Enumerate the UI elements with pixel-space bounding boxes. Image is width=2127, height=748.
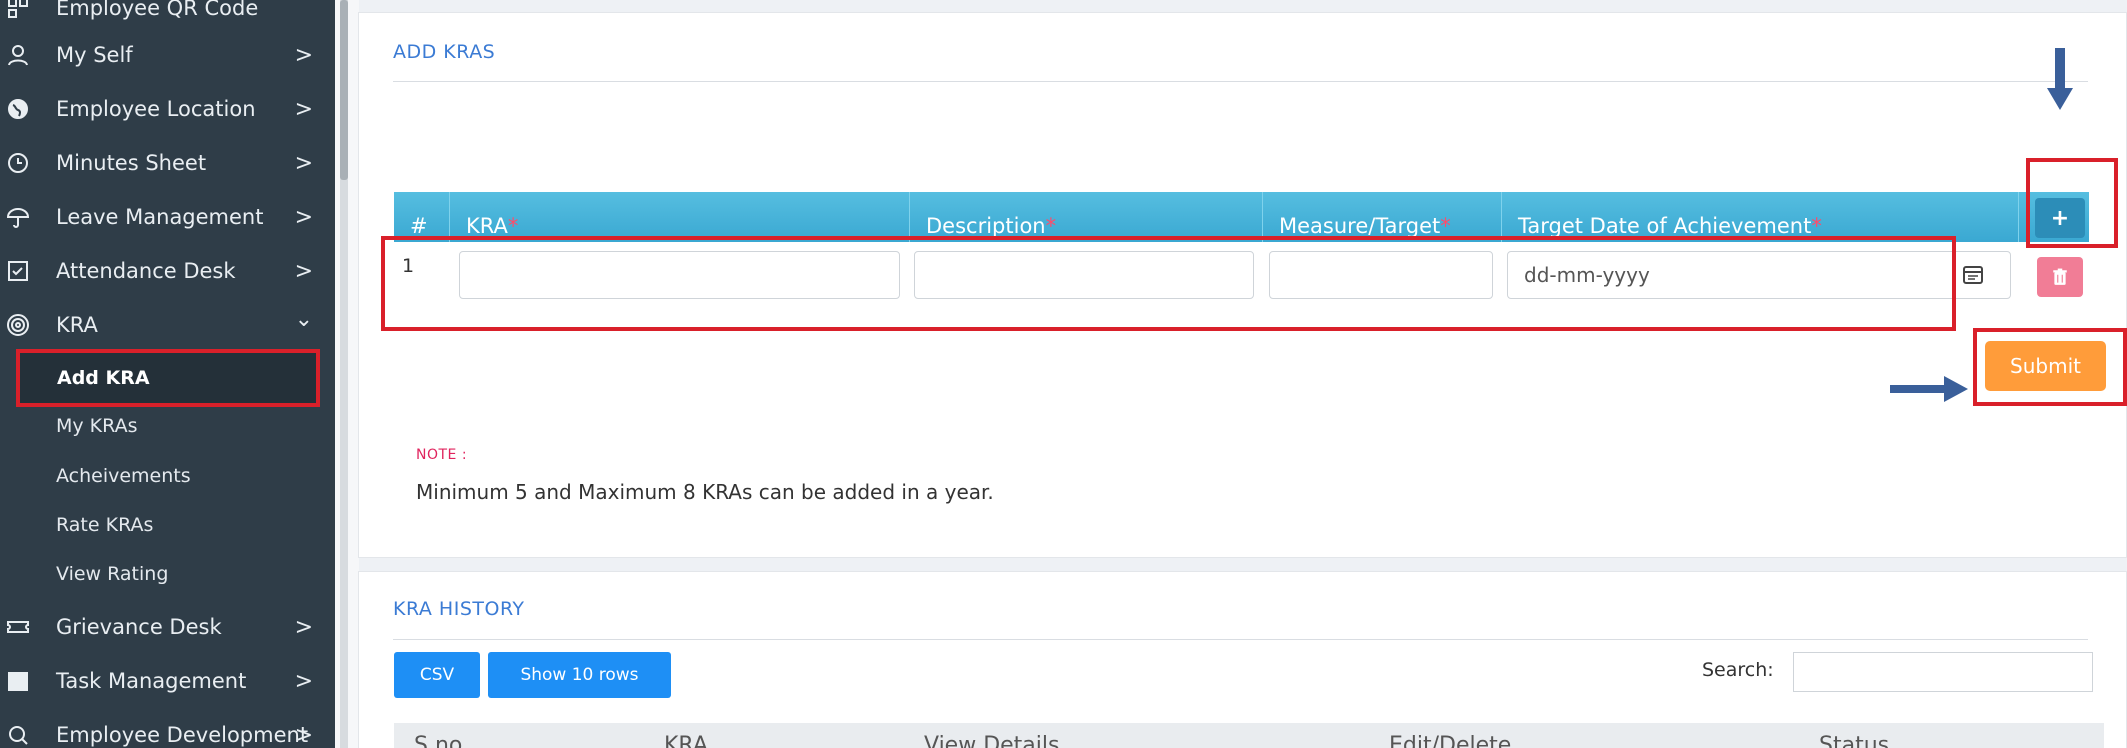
highlight-submit-box xyxy=(1973,328,2127,406)
history-table-header: S.no KRA View Details Edit/Delete Status xyxy=(394,723,2104,748)
highlight-row-box xyxy=(381,236,1956,331)
ticket-icon xyxy=(6,615,30,639)
add-kras-title: ADD KRAS xyxy=(393,41,496,63)
trash-icon xyxy=(2053,268,2067,285)
kra-table-header: # KRA * Description * Measure/Target * Targ… xyxy=(394,192,2089,242)
delete-row-button[interactable] xyxy=(2037,257,2083,297)
sidebar-item-label: Grievance Desk xyxy=(56,615,222,639)
required-mark: * xyxy=(1440,214,1451,238)
sidebar-subitem-rate-kras[interactable]: Rate KRAs xyxy=(56,514,153,536)
col-view-details[interactable]: View Details xyxy=(924,733,1059,748)
sidebar-item-label: Leave Management xyxy=(56,205,264,229)
calendar-icon[interactable] xyxy=(1962,264,1984,286)
chevron-right-icon: > xyxy=(294,258,313,284)
sidebar-item-label: My Self xyxy=(56,43,133,67)
sidebar-item-task-management[interactable]: Task Management > xyxy=(0,655,335,707)
sidebar-item-label: Employee Development xyxy=(56,723,309,747)
chevron-right-icon: > xyxy=(294,668,313,694)
chevron-right-icon: > xyxy=(294,722,313,748)
required-mark: * xyxy=(1811,214,1822,238)
sidebar-item-attendance-desk[interactable]: Attendance Desk > xyxy=(0,245,335,297)
chevron-right-icon: > xyxy=(294,204,313,230)
col-number: # xyxy=(394,192,450,242)
csv-button[interactable]: CSV xyxy=(394,652,480,698)
col-kra-label: KRA xyxy=(466,214,508,238)
col-description: Description * xyxy=(910,192,1263,242)
arrow-down-icon xyxy=(2047,48,2073,110)
search-icon xyxy=(6,723,30,747)
add-kras-divider xyxy=(393,81,2088,82)
checkbox-icon xyxy=(6,259,30,283)
search-input[interactable] xyxy=(1793,652,2093,692)
col-status[interactable]: Status xyxy=(1819,733,1889,748)
kra-history-title: KRA HISTORY xyxy=(393,598,525,620)
sidebar-scrollbar-thumb[interactable] xyxy=(340,0,348,180)
required-mark: * xyxy=(1045,214,1057,238)
sidebar-item-leave-management[interactable]: Leave Management > xyxy=(0,191,335,243)
sidebar-item-label: Minutes Sheet xyxy=(56,151,207,175)
col-measure-target: Measure/Target * xyxy=(1263,192,1502,242)
sidebar-item-my-self[interactable]: My Self > xyxy=(0,29,335,81)
sidebar-item-label: Task Management xyxy=(56,669,247,693)
required-mark: * xyxy=(507,214,519,238)
arrow-right-icon xyxy=(1890,376,1968,402)
col-sno[interactable]: S.no xyxy=(414,733,462,748)
globe-icon xyxy=(6,97,30,121)
chevron-right-icon: > xyxy=(294,614,313,640)
sidebar-item-grievance-desk[interactable]: Grievance Desk > xyxy=(0,601,335,653)
sidebar-subitem-label: Add KRA xyxy=(57,367,150,389)
clock-icon xyxy=(6,151,30,175)
chevron-right-icon: > xyxy=(294,96,313,122)
sidebar-subitem-acheivements[interactable]: Acheivements xyxy=(56,465,191,487)
umbrella-icon xyxy=(6,205,30,229)
col-measure-label: Measure/Target xyxy=(1279,214,1441,238)
user-icon xyxy=(6,43,30,67)
chevron-right-icon: > xyxy=(294,42,313,68)
col-kra[interactable]: KRA xyxy=(664,733,708,748)
sidebar-item-label: Employee QR Code xyxy=(56,0,259,20)
show-rows-button[interactable]: Show 10 rows xyxy=(488,652,671,698)
sidebar-item-employee-location[interactable]: Employee Location > xyxy=(0,83,335,135)
chevron-down-icon: ⌄ xyxy=(294,307,313,332)
search-label: Search: xyxy=(1702,659,1774,681)
col-target-date: Target Date of Achievement * xyxy=(1502,192,2019,242)
sidebar-subitem-my-kras[interactable]: My KRAs xyxy=(56,415,137,437)
server-icon xyxy=(6,669,30,693)
sidebar-subitem-view-rating[interactable]: View Rating xyxy=(56,563,168,585)
col-description-label: Description xyxy=(926,214,1046,238)
sidebar-item-label: KRA xyxy=(56,313,98,337)
target-icon xyxy=(6,313,30,337)
qr-code-icon xyxy=(6,0,30,20)
col-target-date-label: Target Date of Achievement xyxy=(1518,214,1812,238)
highlight-add-box xyxy=(2026,158,2118,248)
kra-history-divider xyxy=(393,639,2088,640)
sidebar-item-label: Attendance Desk xyxy=(56,259,236,283)
chevron-right-icon: > xyxy=(294,150,313,176)
sidebar-item-label: Employee Location xyxy=(56,97,256,121)
sidebar-item-employee-development[interactable]: Employee Development > xyxy=(0,709,335,748)
col-kra: KRA * xyxy=(450,192,910,242)
sidebar: Employee QR Code My Self > Employee Loca… xyxy=(0,0,335,748)
sidebar-item-minutes-sheet[interactable]: Minutes Sheet > xyxy=(0,137,335,189)
col-edit-delete[interactable]: Edit/Delete xyxy=(1389,733,1511,748)
note-label: NOTE : xyxy=(416,447,468,463)
sidebar-subitem-add-kra[interactable]: Add KRA xyxy=(16,349,320,407)
sidebar-item-kra[interactable]: KRA ⌄ xyxy=(0,299,335,351)
note-text: Minimum 5 and Maximum 8 KRAs can be adde… xyxy=(416,480,994,504)
